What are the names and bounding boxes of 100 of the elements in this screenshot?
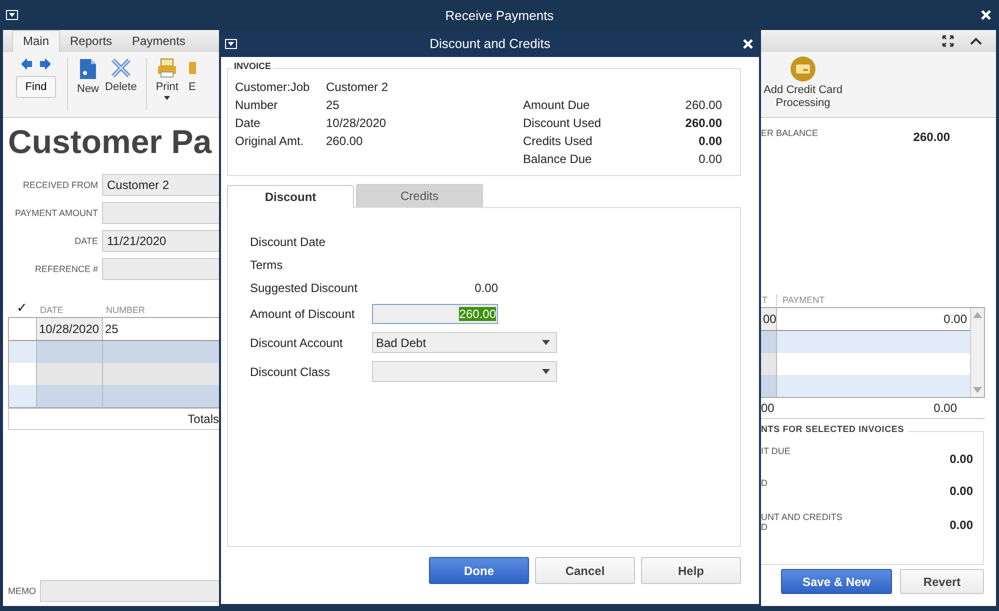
table-cell bbox=[37, 363, 103, 385]
amount-label: UNT AND CREDITS bbox=[761, 512, 842, 522]
scroll-up-icon[interactable] bbox=[973, 312, 982, 318]
table-cell bbox=[37, 385, 103, 407]
field-value: 0.00 bbox=[474, 280, 498, 294]
column-header[interactable]: T bbox=[761, 295, 768, 305]
caret-up-icon[interactable] bbox=[970, 37, 982, 45]
credit-card-icon bbox=[790, 56, 816, 82]
memo-field[interactable] bbox=[40, 580, 219, 602]
total-value: 00 bbox=[761, 401, 774, 415]
tab[interactable]: Main bbox=[12, 30, 60, 52]
table-cell bbox=[37, 341, 103, 363]
page-heading: Customer Pa bbox=[8, 123, 213, 161]
tab[interactable]: Reports bbox=[60, 31, 122, 52]
dropdown[interactable] bbox=[372, 361, 557, 382]
invoice-value: 10/28/2020 bbox=[326, 116, 386, 130]
dropdown-arrow-icon bbox=[542, 369, 550, 374]
invoice-label: Date bbox=[235, 116, 262, 130]
close-icon[interactable] bbox=[742, 38, 753, 48]
dropdown[interactable]: Bad Debt bbox=[372, 332, 557, 353]
toolbar-button[interactable]: E bbox=[185, 58, 196, 93]
invoice-label: Original Amt. bbox=[235, 134, 305, 148]
column-header[interactable]: NUMBER bbox=[102, 305, 146, 315]
back-forward-arrows-icon[interactable] bbox=[21, 58, 51, 70]
amount-value: 0.00 bbox=[950, 452, 973, 466]
field-label: DATE bbox=[74, 236, 99, 246]
field-label: Discount Class bbox=[250, 364, 332, 378]
footer-button[interactable]: Revert bbox=[900, 569, 984, 594]
toolbar-button[interactable]: Delete bbox=[102, 58, 140, 93]
dropdown-arrow-icon bbox=[542, 340, 550, 345]
amount-value: 0.00 bbox=[950, 518, 973, 532]
input-field[interactable]: 260.00 bbox=[372, 304, 498, 324]
table-cell bbox=[761, 375, 777, 397]
invoice-value: 0.00 bbox=[698, 152, 722, 166]
check-column-header[interactable]: ✓ bbox=[8, 300, 36, 315]
window-menu-icon[interactable] bbox=[6, 10, 18, 20]
invoice-label: Number bbox=[235, 98, 279, 112]
totals-label: Totals bbox=[188, 412, 219, 426]
checkbox-cell[interactable] bbox=[9, 385, 37, 407]
invoice-value: 260.00 bbox=[326, 134, 363, 148]
amount-label: D bbox=[761, 478, 768, 488]
balance-label: ER BALANCE bbox=[761, 128, 818, 138]
table-cell bbox=[761, 331, 777, 353]
window-title: Receive Payments bbox=[445, 8, 554, 22]
scrollbar[interactable] bbox=[970, 308, 984, 397]
expand-icon[interactable] bbox=[942, 35, 954, 47]
input-field[interactable]: 11/21/2020 bbox=[102, 230, 219, 252]
amount-value: 0.00 bbox=[950, 484, 973, 498]
column-header[interactable]: DATE bbox=[36, 305, 102, 315]
invoice-label: Credits Used bbox=[523, 134, 594, 148]
field-label: REFERENCE # bbox=[34, 264, 99, 274]
field-label: Amount of Discount bbox=[250, 306, 356, 320]
checkbox-cell[interactable] bbox=[9, 341, 37, 363]
tab[interactable]: Credits bbox=[356, 184, 483, 207]
total-value: 0.00 bbox=[934, 401, 957, 415]
document-icon bbox=[79, 58, 97, 80]
input-field[interactable] bbox=[102, 202, 219, 224]
amount-label: D bbox=[761, 522, 768, 532]
toolbar-button[interactable]: New bbox=[74, 58, 102, 95]
invoice-label: Balance Due bbox=[523, 152, 593, 166]
find-button[interactable]: Find bbox=[16, 76, 56, 98]
scroll-down-icon[interactable] bbox=[973, 387, 982, 393]
invoice-value: Customer 2 bbox=[326, 80, 388, 94]
column-header[interactable]: PAYMENT bbox=[776, 295, 825, 305]
table-cell: 25 bbox=[103, 318, 219, 340]
field-label: Discount Account bbox=[250, 336, 344, 350]
invoice-label: Amount Due bbox=[523, 98, 591, 112]
dialog-title: Discount and Credits bbox=[430, 36, 550, 51]
window-menu-icon[interactable] bbox=[225, 38, 237, 48]
invoice-value: 260.00 bbox=[685, 98, 722, 112]
panel-title: INVOICE bbox=[232, 61, 274, 71]
field-label: PAYMENT AMOUNT bbox=[14, 208, 99, 218]
dialog-button[interactable]: Cancel bbox=[535, 557, 635, 584]
invoice-label: Customer:Job bbox=[235, 80, 311, 94]
input-field[interactable]: Customer 2 bbox=[102, 174, 219, 196]
invoice-value: 25 bbox=[326, 98, 340, 112]
memo-label: MEMO bbox=[8, 586, 36, 596]
balance-value: 260.00 bbox=[913, 130, 950, 144]
printer-icon bbox=[157, 58, 178, 78]
caret-icon bbox=[164, 96, 170, 100]
input-field[interactable] bbox=[102, 258, 219, 280]
invoice-label: Discount Used bbox=[523, 116, 602, 130]
field-label: RECEIVED FROM bbox=[22, 180, 99, 190]
toolbar-button[interactable]: Print bbox=[152, 58, 182, 100]
invoice-value: 260.00 bbox=[685, 116, 722, 130]
x-icon bbox=[110, 58, 131, 78]
panel-title: NTS FOR SELECTED INVOICES bbox=[761, 424, 908, 434]
field-label: Terms bbox=[250, 258, 284, 272]
dialog-button[interactable]: Help bbox=[641, 557, 741, 584]
dialog-button[interactable]: Done bbox=[429, 557, 529, 584]
table-cell bbox=[761, 353, 777, 375]
checkbox-cell[interactable] bbox=[9, 318, 37, 340]
field-label: Discount Date bbox=[250, 234, 326, 248]
footer-button[interactable]: Save & New bbox=[781, 569, 892, 594]
tab[interactable]: Discount bbox=[227, 185, 354, 208]
tab[interactable]: Payments bbox=[122, 31, 196, 52]
close-icon[interactable] bbox=[981, 10, 991, 20]
invoice-value: 0.00 bbox=[698, 134, 722, 148]
field-label: Suggested Discount bbox=[250, 280, 358, 294]
table-cell: 0.00 bbox=[777, 308, 970, 330]
